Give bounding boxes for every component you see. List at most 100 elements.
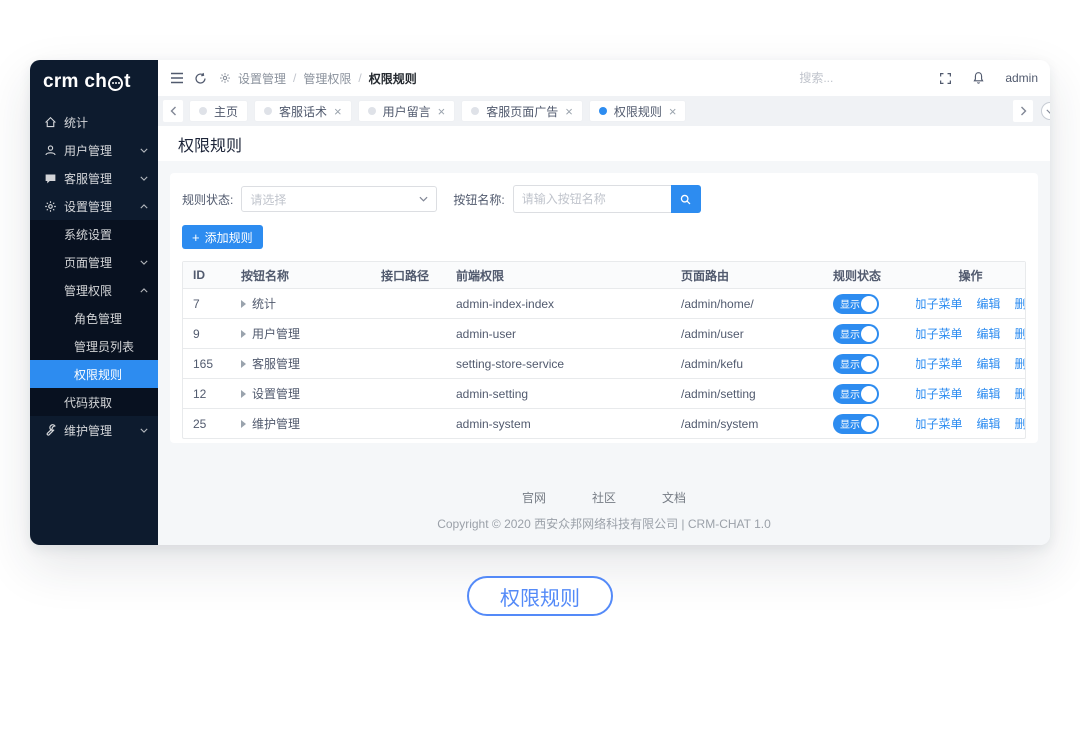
sidebar-item-page-management[interactable]: 页面管理 [30,248,158,276]
tab-permission-rules[interactable]: 权限规则 × [589,100,687,122]
add-submenu-link[interactable]: 添加子菜单 [916,415,963,432]
caret-right-icon[interactable] [241,360,246,368]
page-title: 权限规则 [178,132,242,156]
close-icon[interactable]: × [438,105,446,118]
tab-service-scripts[interactable]: 客服话术 × [254,100,352,122]
cell-name: 用户管理 [231,325,371,342]
caret-right-icon[interactable] [241,390,246,398]
sidebar-item-admin-list[interactable]: 管理员列表 [30,332,158,360]
caret-right-icon[interactable] [241,300,246,308]
cell-perm: admin-index-index [446,297,671,311]
cell-name: 维护管理 [231,415,371,432]
delete-link[interactable]: 删除 [1015,295,1025,312]
sidebar-item-user-management[interactable]: 用户管理 [30,136,158,164]
tab-dot-icon [368,107,376,115]
table-row: 7 统计 admin-index-index /admin/home/ 显示 添… [183,288,1025,318]
delete-link[interactable]: 删除 [1015,325,1025,342]
breadcrumb-item[interactable]: 管理权限 [303,70,351,87]
delete-link[interactable]: 删除 [1015,355,1025,372]
caption-pill: 权限规则 [467,576,613,616]
edit-link[interactable]: 编辑 [977,385,1001,402]
close-icon[interactable]: × [669,105,677,118]
add-rule-label: 添加规则 [205,229,253,246]
tabs-prev-button[interactable] [163,100,183,122]
app-logo[interactable]: crm cht [30,60,158,104]
cell-name: 客服管理 [231,355,371,372]
col-header-actions: 操作 [916,267,1025,284]
footer-link-docs[interactable]: 文档 [662,489,686,506]
status-toggle[interactable]: 显示 [833,414,879,434]
sidebar-item-label: 代码获取 [64,394,112,411]
status-select-placeholder: 请选择 [250,191,286,208]
logo-text-suffix: t [124,71,131,93]
close-icon[interactable]: × [334,105,342,118]
add-submenu-link[interactable]: 添加子菜单 [916,385,963,402]
chevron-down-icon [140,148,148,153]
status-toggle[interactable]: 显示 [833,384,879,404]
delete-link[interactable]: 删除 [1015,415,1025,432]
toggle-label: 显示 [840,386,860,401]
status-toggle[interactable]: 显示 [833,324,879,344]
col-header-status: 规则状态 [831,267,916,284]
chevron-down-icon [140,176,148,181]
status-toggle[interactable]: 显示 [833,354,879,374]
sidebar-item-system-settings[interactable]: 系统设置 [30,220,158,248]
search-button[interactable] [671,185,701,213]
rule-name: 统计 [252,295,276,312]
edit-link[interactable]: 编辑 [977,325,1001,342]
status-toggle[interactable]: 显示 [833,294,879,314]
cell-name: 设置管理 [231,385,371,402]
toggle-label: 显示 [840,296,860,311]
tab-dot-icon [599,107,607,115]
tab-service-page-ads[interactable]: 客服页面广告 × [461,100,583,122]
status-select[interactable]: 请选择 [241,186,437,212]
bell-icon[interactable] [972,71,985,85]
caret-right-icon[interactable] [241,330,246,338]
sidebar-item-label: 设置管理 [64,198,112,215]
sidebar-item-label: 角色管理 [74,310,122,327]
breadcrumb-separator [358,71,361,85]
add-submenu-link[interactable]: 添加子菜单 [916,355,963,372]
tab-home[interactable]: 主页 [189,100,248,122]
edit-link[interactable]: 编辑 [977,415,1001,432]
add-rule-button[interactable]: + 添加规则 [182,225,263,249]
caret-right-icon[interactable] [241,420,246,428]
cell-route: /admin/system [671,417,831,431]
edit-link[interactable]: 编辑 [977,295,1001,312]
hamburger-icon[interactable] [170,72,184,84]
col-header-route: 页面路由 [671,267,831,284]
fullscreen-icon[interactable] [939,72,952,85]
sidebar-item-role-management[interactable]: 角色管理 [30,304,158,332]
footer-links: 官网 社区 文档 [170,489,1038,506]
tabs-next-button[interactable] [1013,100,1033,122]
delete-link[interactable]: 删除 [1015,385,1025,402]
breadcrumb-separator [293,71,296,85]
edit-link[interactable]: 编辑 [977,355,1001,372]
cell-status: 显示 [831,414,916,434]
button-name-input[interactable] [513,185,671,213]
breadcrumb-item[interactable]: 设置管理 [238,70,286,87]
rule-name: 客服管理 [252,355,300,372]
sidebar-item-permission-rules[interactable]: 权限规则 [30,360,158,388]
col-header-name: 按钮名称 [231,267,371,284]
tab-user-messages[interactable]: 用户留言 × [358,100,456,122]
global-search-input[interactable] [799,71,919,85]
circle-chevron-icon[interactable] [1041,102,1050,120]
chevron-up-icon [140,204,148,209]
close-icon[interactable]: × [565,105,573,118]
tab-label: 客服页面广告 [486,103,558,120]
footer-link-community[interactable]: 社区 [592,489,616,506]
add-submenu-link[interactable]: 添加子菜单 [916,325,963,342]
sidebar-item-permission-management[interactable]: 管理权限 [30,276,158,304]
add-submenu-link[interactable]: 添加子菜单 [916,295,963,312]
sidebar-item-settings-management[interactable]: 设置管理 [30,192,158,220]
gear-icon [43,199,57,213]
footer-link-official-site[interactable]: 官网 [522,489,546,506]
user-menu[interactable]: admin [1005,71,1038,85]
table-header-row: ID 按钮名称 接口路径 前端权限 页面路由 规则状态 操作 [183,262,1025,288]
sidebar-item-code-get[interactable]: 代码获取 [30,388,158,416]
sidebar-item-maintenance-management[interactable]: 维护管理 [30,416,158,444]
sidebar-item-statistics[interactable]: 统计 [30,108,158,136]
sidebar-item-service-management[interactable]: 客服管理 [30,164,158,192]
refresh-icon[interactable] [194,72,207,85]
